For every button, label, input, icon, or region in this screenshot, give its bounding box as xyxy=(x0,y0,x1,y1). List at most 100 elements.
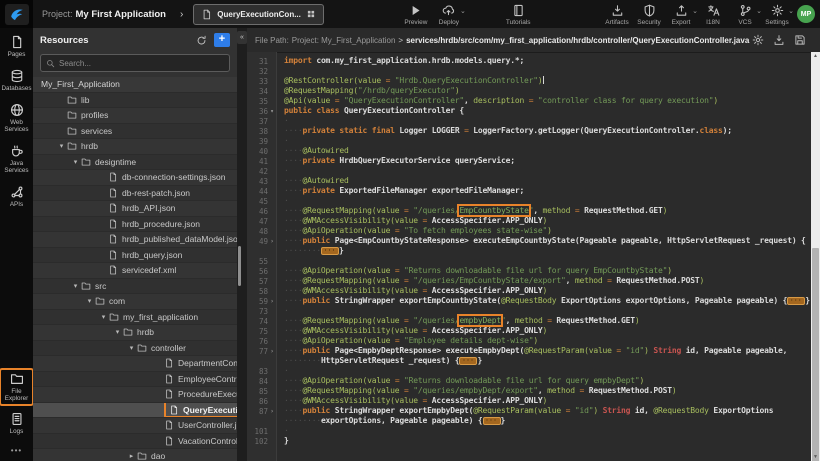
fold-marker-icon[interactable]: ▾ xyxy=(268,108,276,115)
code-line: ····public Page<EmpbyDeptResponse> execu… xyxy=(284,346,811,356)
line-number-gutter: 313233343536▾37383940414243444546474849›… xyxy=(247,52,277,461)
tree-caret-icon[interactable]: ▾ xyxy=(70,282,81,290)
scroll-up-arrow-icon[interactable]: ▲ xyxy=(811,52,820,60)
folded-code-icon[interactable]: ··· xyxy=(321,247,339,255)
code-line: · xyxy=(284,196,811,206)
preview-button[interactable]: Preview xyxy=(404,2,428,26)
sidebar-item-web-services[interactable]: Web Services xyxy=(1,103,32,133)
tree-item[interactable]: servicedef.xml xyxy=(33,263,237,279)
settings-button[interactable]: ⌄Settings xyxy=(765,2,789,26)
line-number: 76 xyxy=(247,336,276,346)
resource-search-box[interactable] xyxy=(40,54,230,72)
refresh-icon[interactable] xyxy=(196,35,207,46)
code-line: ····@RequestMapping(value = "/queries/em… xyxy=(284,316,811,326)
line-number: 45 xyxy=(247,196,276,206)
code-scrollbar[interactable]: ▲ ▼ xyxy=(811,52,820,461)
grid-icon[interactable] xyxy=(306,9,316,19)
i18n-button[interactable]: I18N xyxy=(701,2,725,26)
folded-code-icon[interactable]: ··· xyxy=(459,357,477,365)
tree-item[interactable]: ▾src xyxy=(33,279,237,295)
file-icon xyxy=(108,250,118,260)
tree-item[interactable]: ▾my_first_application xyxy=(33,310,237,326)
save-icon[interactable] xyxy=(794,34,806,46)
line-number: 74 xyxy=(247,316,276,326)
tree-item[interactable]: ▾com xyxy=(33,294,237,310)
more-options-icon[interactable]: ••• xyxy=(11,446,22,455)
tree-item[interactable]: ▾hrdb xyxy=(33,139,237,155)
tree-item[interactable]: db-connection-settings.json xyxy=(33,170,237,186)
tree-root[interactable]: My_First_Application xyxy=(33,77,237,93)
line-number: 85 xyxy=(247,386,276,396)
editor-zone: File Path: Project: My_First_Application… xyxy=(247,28,820,461)
tree-item[interactable]: ▾controller xyxy=(33,341,237,357)
fold-marker-icon[interactable]: › xyxy=(268,298,276,305)
line-number xyxy=(247,416,276,426)
tree-item[interactable]: services xyxy=(33,124,237,140)
folder-icon xyxy=(95,296,105,306)
security-button[interactable]: Security xyxy=(637,2,661,26)
collapse-panel-button[interactable]: « xyxy=(237,31,247,44)
vcs-button[interactable]: ⌄VCS xyxy=(733,2,757,26)
line-number: 46 xyxy=(247,206,276,216)
tree-caret-icon[interactable]: ▸ xyxy=(126,452,137,460)
fold-marker-icon[interactable]: › xyxy=(268,238,276,245)
tree-item[interactable]: hrdb_query.json xyxy=(33,248,237,264)
tree-item[interactable]: lib xyxy=(33,93,237,109)
code-editor[interactable]: 313233343536▾37383940414243444546474849›… xyxy=(247,52,811,461)
tree-item[interactable]: hrdb_published_dataModel.json xyxy=(33,232,237,248)
deploy-button[interactable]: ⌄Deploy xyxy=(437,2,461,26)
tree-item[interactable]: ProcedureExecutionController.java xyxy=(33,387,237,403)
sidebar-item-apis[interactable]: APIs xyxy=(1,185,32,208)
tree-item[interactable]: UserController.java xyxy=(33,418,237,434)
tab-queryexecutioncontroller[interactable]: QueryExecutionCon... xyxy=(193,4,324,25)
code-line: ····@WMAccessVisibility(value = AccessSp… xyxy=(284,396,811,406)
tree-item[interactable]: EmployeeController.java xyxy=(33,372,237,388)
chevron-down-icon: ⌄ xyxy=(692,7,698,15)
tree-caret-icon[interactable]: ▾ xyxy=(98,313,109,321)
code-line: · xyxy=(284,116,811,126)
tree-item[interactable]: VacationController.java xyxy=(33,434,237,450)
wavemaker-studio-window: Project:My First Application › QueryExec… xyxy=(0,0,820,461)
download-icon[interactable] xyxy=(773,34,785,46)
tree-item[interactable]: hrdb_API.json xyxy=(33,201,237,217)
tree-item[interactable]: profiles xyxy=(33,108,237,124)
scroll-down-arrow-icon[interactable]: ▼ xyxy=(811,453,820,461)
tree-caret-icon[interactable]: ▾ xyxy=(70,158,81,166)
fold-marker-icon[interactable]: › xyxy=(268,348,276,355)
sidebar-item-pages[interactable]: Pages xyxy=(1,35,32,58)
tree-item-selected[interactable]: QueryExecutionController.java xyxy=(33,403,237,419)
folded-code-icon[interactable]: ··· xyxy=(787,297,805,305)
tree-item[interactable]: DepartmentController.java xyxy=(33,356,237,372)
gear-icon[interactable] xyxy=(752,34,764,46)
tree-caret-icon[interactable]: ▾ xyxy=(56,142,67,150)
search-input[interactable] xyxy=(59,59,224,68)
code-line: ····@ApiOperation(value = "Employee deta… xyxy=(284,336,811,346)
tree-scrollbar-thumb[interactable] xyxy=(238,246,241,286)
add-resource-button[interactable]: + xyxy=(214,33,230,47)
app-logo[interactable] xyxy=(0,0,33,28)
tutorials-button[interactable]: Tutorials xyxy=(506,2,531,26)
resources-panel: Resources + My_First_Applicationlibprofi… xyxy=(33,28,237,461)
user-avatar[interactable]: MP xyxy=(797,5,815,23)
tree-caret-icon[interactable]: ▾ xyxy=(84,297,95,305)
artifacts-button[interactable]: Artifacts xyxy=(605,2,629,26)
sidebar-item-databases[interactable]: Databases xyxy=(1,69,32,92)
tree-item[interactable]: ▸dao xyxy=(33,449,237,461)
tree-item[interactable]: db-rest-patch.json xyxy=(33,186,237,202)
sidebar-item-java-services[interactable]: Java Services xyxy=(1,144,32,174)
sidebar-item-file-explorer[interactable]: File Explorer xyxy=(0,368,34,406)
fold-marker-icon[interactable]: › xyxy=(268,408,276,415)
folder-icon xyxy=(123,327,133,337)
code-scrollbar-thumb[interactable] xyxy=(812,248,819,461)
sidebar-item-logs[interactable]: Logs xyxy=(1,412,32,435)
folded-code-icon[interactable]: ··· xyxy=(483,417,501,425)
tree-item[interactable]: ▾hrdb xyxy=(33,325,237,341)
shield-icon xyxy=(643,4,656,17)
tree-caret-icon[interactable]: ▾ xyxy=(126,344,137,352)
tree-caret-icon[interactable]: ▾ xyxy=(112,328,123,336)
tree-item[interactable]: ▾designtime xyxy=(33,155,237,171)
line-number: 48 xyxy=(247,226,276,236)
tree-item[interactable]: hrdb_procedure.json xyxy=(33,217,237,233)
code-content[interactable]: import com.my_first_application.hrdb.mod… xyxy=(277,52,811,461)
export-button[interactable]: ⌄Export xyxy=(669,2,693,26)
